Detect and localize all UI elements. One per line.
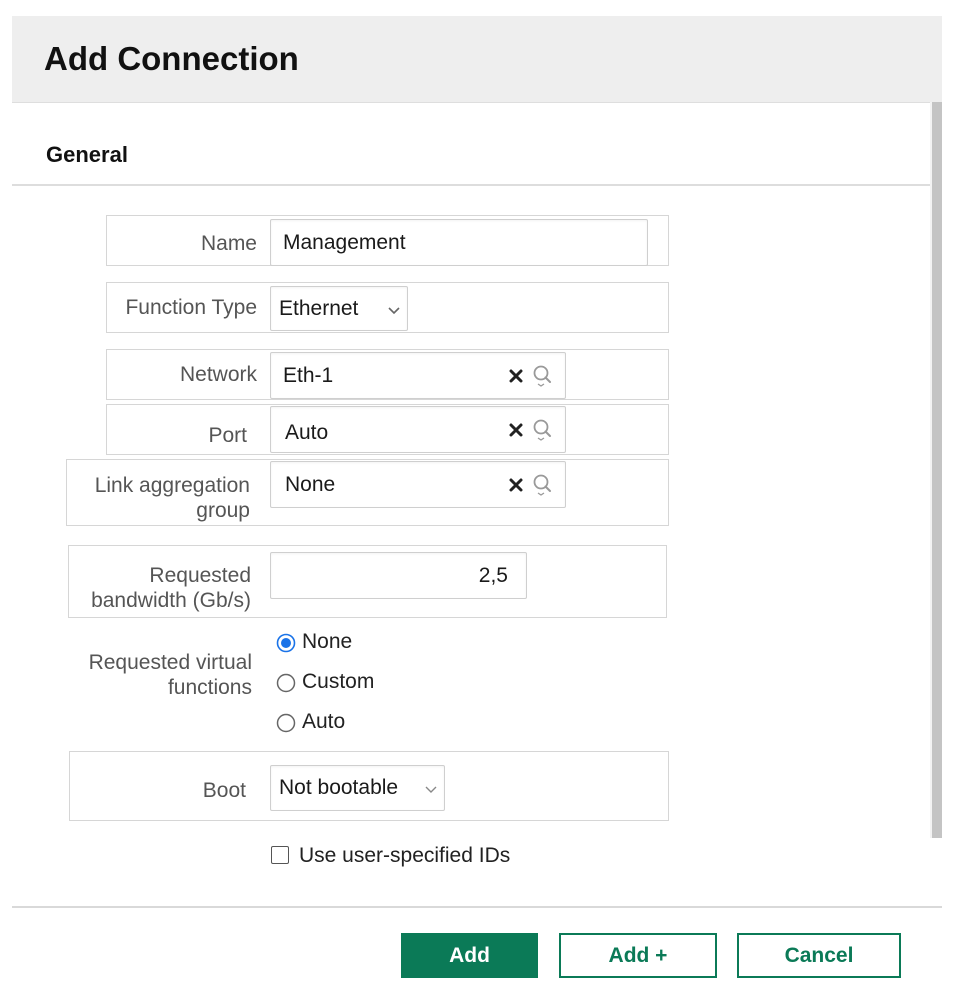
- add-button[interactable]: Add: [401, 933, 538, 978]
- boot-select[interactable]: Not bootable: [270, 765, 445, 811]
- add-connection-dialog: Add Connection General Name Management F…: [12, 16, 942, 1000]
- radio-vf-custom[interactable]: [276, 673, 296, 693]
- function-type-value: Ethernet: [279, 296, 359, 320]
- lag-input[interactable]: None: [270, 461, 566, 508]
- port-label: Port: [208, 424, 247, 447]
- function-type-label: Function Type: [125, 296, 257, 319]
- radio-vf-custom-label[interactable]: Custom: [302, 670, 374, 694]
- search-icon[interactable]: [531, 473, 553, 497]
- add-plus-button[interactable]: Add +: [559, 933, 717, 978]
- dialog-title: Add Connection: [44, 40, 299, 77]
- user-ids-checkbox[interactable]: [271, 846, 289, 864]
- port-value: Auto: [285, 421, 329, 445]
- boot-label: Boot: [202, 779, 246, 802]
- bandwidth-label: Requested bandwidth (Gb/s): [72, 563, 251, 613]
- chevron-down-icon: [425, 786, 437, 793]
- chevron-down-icon: [388, 306, 400, 314]
- section-divider: [12, 184, 930, 186]
- bandwidth-value: 2,5: [478, 563, 508, 587]
- port-input[interactable]: Auto: [270, 406, 566, 453]
- user-ids-label[interactable]: Use user-specified IDs: [299, 844, 510, 868]
- close-icon[interactable]: [507, 421, 525, 439]
- section-title-general: General: [46, 142, 128, 167]
- network-input[interactable]: Eth-1: [270, 352, 566, 399]
- search-icon[interactable]: [531, 364, 553, 388]
- network-label: Network: [179, 363, 257, 386]
- name-value: Management: [283, 230, 406, 254]
- boot-value: Not bootable: [279, 776, 399, 799]
- dialog-header: Add Connection: [12, 16, 942, 103]
- search-icon[interactable]: [531, 418, 553, 442]
- radio-vf-auto[interactable]: [276, 713, 296, 733]
- function-type-select[interactable]: Ethernet: [270, 286, 408, 331]
- lag-label: Link aggregation group: [72, 473, 250, 523]
- bandwidth-input[interactable]: 2,5: [270, 552, 527, 599]
- lag-label-line1: Link aggregation: [94, 474, 250, 497]
- virtual-functions-label-line1: Requested virtual: [88, 651, 252, 674]
- footer-divider: [12, 906, 942, 908]
- scrollbar-thumb[interactable]: [932, 102, 942, 838]
- virtual-functions-label-line2: functions: [167, 676, 252, 699]
- cancel-button[interactable]: Cancel: [737, 933, 901, 978]
- lag-value: None: [285, 472, 336, 496]
- network-value: Eth-1: [283, 363, 334, 387]
- radio-vf-none[interactable]: [276, 633, 296, 653]
- close-icon[interactable]: [507, 476, 525, 494]
- radio-vf-none-label[interactable]: None: [302, 630, 352, 654]
- name-input[interactable]: Management: [270, 219, 648, 266]
- radio-vf-auto-label[interactable]: Auto: [302, 710, 345, 734]
- name-label: Name: [200, 232, 257, 255]
- close-icon[interactable]: [507, 367, 525, 385]
- bandwidth-label-line1: Requested: [149, 564, 251, 587]
- virtual-functions-label: Requested virtual functions: [72, 650, 252, 700]
- lag-label-line2: group: [196, 499, 250, 522]
- bandwidth-label-line2: bandwidth (Gb/s): [91, 589, 251, 612]
